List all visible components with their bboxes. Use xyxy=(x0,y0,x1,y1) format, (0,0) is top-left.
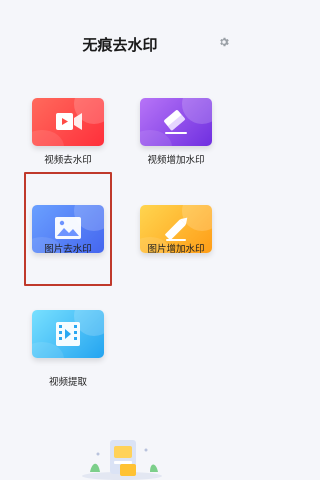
video-remove-card[interactable] xyxy=(32,98,104,146)
feature-video-extract[interactable]: 视频提取 xyxy=(28,310,120,390)
feature-image-remove-watermark[interactable]: 图片去水印 xyxy=(28,205,120,285)
feature-label: 图片增加水印 xyxy=(147,244,205,255)
eraser-icon xyxy=(164,110,187,134)
video-add-card[interactable] xyxy=(140,98,212,146)
feature-label: 视频去水印 xyxy=(44,155,92,166)
bottom-illustration xyxy=(82,440,162,480)
page-title: 无痕去水印 xyxy=(82,36,158,54)
feature-video-remove-watermark[interactable]: 视频去水印 xyxy=(28,98,120,178)
video-extract-card[interactable] xyxy=(32,310,104,358)
gear-icon[interactable] xyxy=(218,36,230,48)
film-icon xyxy=(56,322,80,346)
feature-label: 视频提取 xyxy=(48,377,87,388)
feature-video-add-watermark[interactable]: 视频增加水印 xyxy=(136,98,228,178)
feature-image-add-watermark[interactable]: 图片增加水印 xyxy=(136,205,228,285)
video-camera-icon xyxy=(56,113,82,130)
feature-label: 视频增加水印 xyxy=(147,155,205,166)
feature-label: 图片去水印 xyxy=(44,244,92,255)
